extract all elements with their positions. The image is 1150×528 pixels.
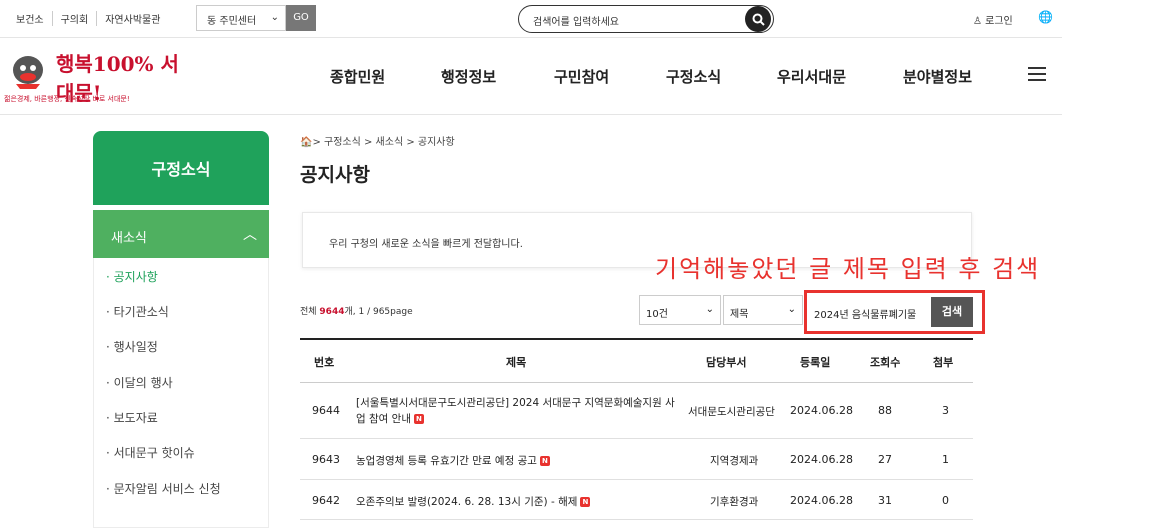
sidebar-item-hot-issues[interactable]: · 서대문구 핫이슈 <box>106 444 195 461</box>
login-label: 로그인 <box>985 16 1013 27</box>
chevron-up-icon: ︿ <box>243 227 257 243</box>
search-icon <box>752 13 765 26</box>
header-files: 첨부 <box>933 356 954 369</box>
table-row[interactable]: 9642 오존주의보 발령(2024. 6. 28. 13시 기준) - 해제 N… <box>300 480 973 520</box>
search-submit-button[interactable]: 검색 <box>931 297 973 327</box>
new-badge-icon: N <box>539 456 550 466</box>
chevron-down-icon: ⌄ <box>787 304 796 315</box>
logo-subtext: 젊은경제, 바른행정, 신속성장 바로 서대문! <box>4 95 130 103</box>
nav-item-admin[interactable]: 행정정보 <box>441 66 496 87</box>
header-dept: 담당부서 <box>706 356 747 369</box>
search-button[interactable] <box>745 6 771 32</box>
sidebar-section-news[interactable]: 새소식 ︿ <box>93 210 269 258</box>
list-count-suffix: 개, 1 / 965page <box>344 307 413 317</box>
go-button[interactable]: GO <box>286 5 316 31</box>
row-dept: 지역경제과 <box>710 455 759 467</box>
row-files: 1 <box>942 453 949 466</box>
top-link-health-center[interactable]: 보건소 <box>8 11 53 26</box>
keyword-input[interactable]: 2024년 음식물류폐기물 <box>810 297 930 325</box>
table-row[interactable]: 9643 농업경영체 등록 유효기간 만료 예정 공고 N 지역경제과 2024.… <box>300 439 973 480</box>
list-count-prefix: 전체 <box>300 307 320 317</box>
new-badge-icon: N <box>580 497 591 507</box>
top-link-council[interactable]: 구의회 <box>53 11 98 26</box>
sidebar-section-label: 새소식 <box>111 231 147 246</box>
site-logo[interactable]: 행복100% 서대문! 젊은경제, 바른행정, 신속성장 바로 서대문! <box>4 44 184 106</box>
new-badge-icon: N <box>413 414 424 424</box>
top-utility-bar: 보건소 구의회 자연사박물관 동 주민센터 ⌄ GO 검색어를 입력하세요 ♙ … <box>0 0 1062 38</box>
nav-item-news[interactable]: 구정소식 <box>666 66 721 87</box>
nav-item-fields[interactable]: 분야별정보 <box>903 66 972 87</box>
row-files: 0 <box>942 494 949 507</box>
row-files: 3 <box>942 404 949 417</box>
row-date: 2024.06.28 <box>790 453 853 466</box>
sidebar-item-notice[interactable]: · 공지사항 <box>106 268 158 285</box>
user-icon: ♙ <box>973 16 982 27</box>
page-title: 공지사항 <box>300 164 370 186</box>
list-count: 전체 9644개, 1 / 965page <box>300 304 413 317</box>
nav-item-seodaemun[interactable]: 우리서대문 <box>777 66 846 87</box>
table-header: 번호 제목 담당부서 등록일 조회수 첨부 <box>300 340 973 383</box>
row-title[interactable]: 농업경영체 등록 유효기간 만료 예정 공고 N <box>356 453 550 468</box>
list-total: 9644 <box>319 307 345 317</box>
per-page-value: 10건 <box>646 309 668 320</box>
dong-center-select[interactable]: 동 주민센터 ⌄ <box>196 5 286 31</box>
sidebar-item-events[interactable]: · 행사일정 <box>106 338 158 355</box>
row-date: 2024.06.28 <box>790 404 853 417</box>
breadcrumb: 🏠> 구정소식 > 새소식 > 공지사항 <box>300 133 455 148</box>
login-link[interactable]: ♙ 로그인 <box>973 12 1013 27</box>
chevron-down-icon: ⌄ <box>270 12 279 23</box>
dong-select-value: 동 주민센터 <box>207 16 257 27</box>
row-no: 9643 <box>312 453 340 466</box>
search-field-select[interactable]: 제목 ⌄ <box>723 295 803 325</box>
notice-table: 번호 제목 담당부서 등록일 조회수 첨부 9644 [서울특별시서대문구도시관… <box>300 338 973 520</box>
row-title-text: 오존주의보 발령(2024. 6. 28. 13시 기준) - 해제 <box>356 496 578 508</box>
sidebar-title: 구정소식 <box>93 131 269 205</box>
header-divider <box>0 114 1062 115</box>
row-views: 88 <box>878 404 892 417</box>
per-page-select[interactable]: 10건 ⌄ <box>639 295 721 325</box>
row-title[interactable]: [서울특별시서대문구도시관리공단] 2024 서대문구 지역문화예술지원 사업 … <box>356 395 678 427</box>
annotation-text: 기억해놓았던 글 제목 입력 후 검색 <box>655 255 1041 283</box>
home-icon[interactable]: 🏠 <box>300 137 312 148</box>
sidebar-menu: · 공지사항 · 타기관소식 · 행사일정 · 이달의 행사 · 보도자료 · … <box>93 258 269 528</box>
menu-icon[interactable] <box>1028 67 1046 85</box>
mascot-logo <box>13 56 43 89</box>
header-date: 등록일 <box>800 356 831 369</box>
top-links: 보건소 구의회 자연사박물관 <box>8 11 168 26</box>
row-date: 2024.06.28 <box>790 494 853 507</box>
sidebar-item-sms[interactable]: · 문자알림 서비스 신청 <box>106 480 221 497</box>
header-no: 번호 <box>314 356 335 369</box>
row-title-text: 농업경영체 등록 유효기간 만료 예정 공고 <box>356 455 537 467</box>
site-search-input[interactable]: 검색어를 입력하세요 <box>518 5 774 33</box>
breadcrumb-text: > 구정소식 > 새소식 > 공지사항 <box>312 137 455 148</box>
sidebar-item-monthly-events[interactable]: · 이달의 행사 <box>106 374 173 391</box>
chevron-down-icon: ⌄ <box>705 304 714 315</box>
row-no: 9642 <box>312 494 340 507</box>
sidebar-item-press[interactable]: · 보도자료 <box>106 409 158 426</box>
globe-icon[interactable]: 🌐 <box>1038 10 1053 24</box>
table-row[interactable]: 9644 [서울특별시서대문구도시관리공단] 2024 서대문구 지역문화예술지… <box>300 383 973 439</box>
row-dept: 서대문도시관리공단 <box>688 406 775 418</box>
row-dept: 기후환경과 <box>710 496 759 508</box>
row-no: 9644 <box>312 404 340 417</box>
sidebar-item-other-agencies[interactable]: · 타기관소식 <box>106 303 169 320</box>
row-views: 31 <box>878 494 892 507</box>
nav-item-participation[interactable]: 구민참여 <box>554 66 609 87</box>
row-title[interactable]: 오존주의보 발령(2024. 6. 28. 13시 기준) - 해제 N <box>356 494 591 509</box>
header-title: 제목 <box>506 356 527 369</box>
row-views: 27 <box>878 453 892 466</box>
header-views: 조회수 <box>870 356 901 369</box>
row-title-text: [서울특별시서대문구도시관리공단] 2024 서대문구 지역문화예술지원 사업 … <box>356 397 675 425</box>
search-field-value: 제목 <box>730 309 749 320</box>
top-link-museum[interactable]: 자연사박물관 <box>97 11 168 26</box>
intro-text: 우리 구청의 새로운 소식을 빠르게 전달합니다. <box>329 239 523 250</box>
nav-item-civil[interactable]: 종합민원 <box>330 66 385 87</box>
